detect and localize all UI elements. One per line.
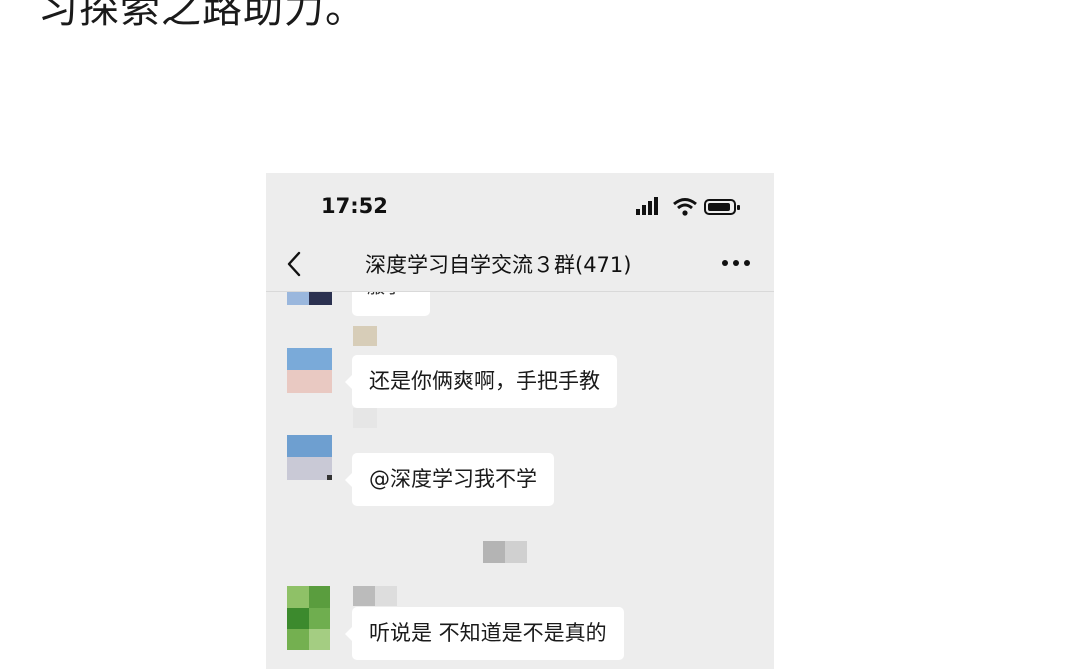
article-text-fragment: 习探索之路助力。 bbox=[38, 0, 366, 32]
status-time: 17:52 bbox=[321, 194, 388, 218]
wifi-icon bbox=[673, 198, 697, 216]
message-bubble[interactable]: 还是你俩爽啊，手把手教 bbox=[345, 355, 617, 408]
phone-screenshot: 17:52 深度学习自学交流３群(471) 还是你俩爽啊，手把手教 @深度学习我… bbox=[266, 173, 774, 669]
status-bar: 17:52 bbox=[266, 173, 774, 239]
chat-title: 深度学习自学交流３群(471) bbox=[365, 253, 632, 277]
message-text: @深度学习我不学 bbox=[369, 467, 537, 491]
message-bubble[interactable]: @深度学习我不学 bbox=[345, 453, 554, 506]
avatar[interactable] bbox=[287, 348, 332, 393]
avatar[interactable] bbox=[287, 586, 330, 650]
more-icon[interactable] bbox=[718, 251, 754, 275]
avatar[interactable] bbox=[287, 292, 332, 305]
battery-icon bbox=[704, 199, 740, 215]
message-text: 还是你俩爽啊，手把手教 bbox=[369, 369, 600, 393]
message-text: 服了 bbox=[367, 292, 403, 299]
status-icons bbox=[636, 196, 746, 218]
avatar[interactable] bbox=[287, 435, 332, 480]
chat-nav-bar: 深度学习自学交流３群(471) bbox=[266, 239, 774, 292]
time-divider-blurred bbox=[483, 541, 527, 563]
back-chevron-icon[interactable] bbox=[284, 249, 306, 279]
sender-name-blurred bbox=[353, 408, 377, 428]
signal-icon bbox=[636, 197, 658, 215]
message-bubble-partial[interactable]: 服了 bbox=[352, 292, 430, 316]
sender-name-blurred bbox=[353, 586, 397, 606]
message-text: 听说是 不知道是不是真的 bbox=[369, 621, 607, 645]
message-bubble[interactable]: 听说是 不知道是不是真的 bbox=[345, 607, 624, 660]
chat-message-list[interactable]: 服了 还是你俩爽啊，手把手教 @深度学习我不学 bbox=[266, 292, 774, 669]
sender-name-blurred bbox=[353, 326, 377, 346]
